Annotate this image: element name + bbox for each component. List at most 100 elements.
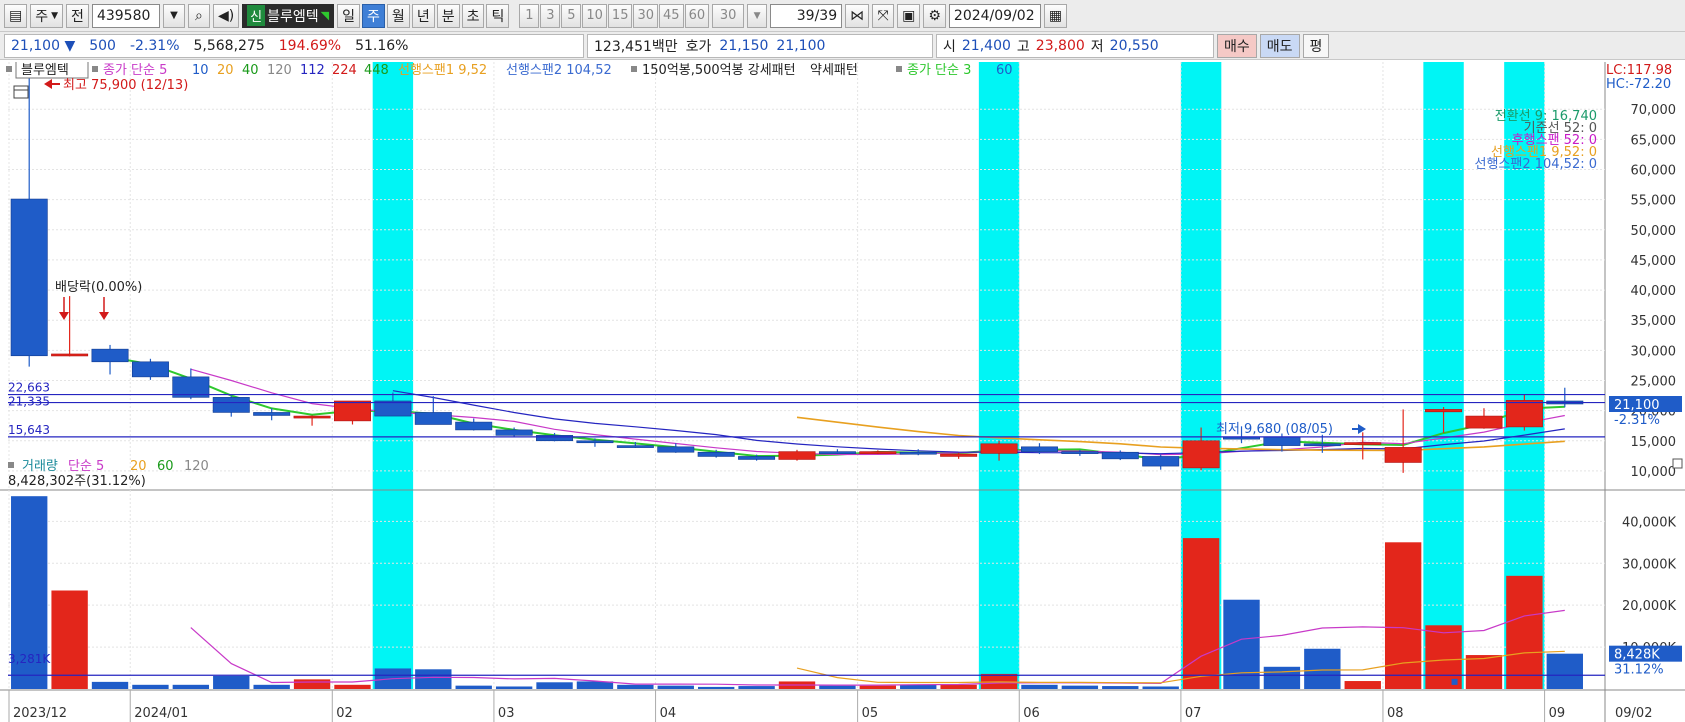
period-tab-6[interactable]: 틱 [486,3,510,28]
current-price-tag-text: 21,100 [1614,398,1660,413]
volume-level-label: 3,281K [8,652,51,666]
high-price: 23,800 [1035,37,1085,54]
volume-bar [1182,538,1220,689]
legend-ma-20: 20 [217,63,234,78]
low-price: 20,550 [1109,37,1159,54]
stock-name-box[interactable]: 신 블루엠텍 ◥ [242,3,335,28]
price-tick-label: 70,000 [1631,103,1677,118]
price-tick-label: 15,000 [1631,435,1677,450]
date-input[interactable]: 2024/09/02 [948,3,1041,28]
period-tab-5[interactable]: 초 [461,3,485,28]
buy-button[interactable]: 매수 [1217,33,1257,58]
chart-svg[interactable]: 22,66321,335 15,643 3,281K 70,000 65,000 60,… [0,60,1685,722]
candle-body [576,440,614,444]
legend-span1: 선행스팬1 9,52 [398,62,487,78]
x-tick-label-right: 09/02 [1615,706,1652,721]
volume-bar [1465,655,1503,689]
high-label: 고 [1016,38,1030,55]
volume-bar [1304,648,1341,689]
x-tick-label: 08 [1387,706,1404,721]
calendar-small-icon[interactable] [13,85,29,99]
candle-body [131,361,169,378]
count-field[interactable]: 39/39 [770,3,843,28]
price-tick-label: 40,000 [1631,284,1677,299]
period-tabs: 일주월년분초틱 [337,3,510,28]
period-tab-4[interactable]: 분 [436,3,460,28]
calendar-icon[interactable]: ▦ [1043,3,1068,28]
stock-code-input[interactable]: 439580 [91,3,160,28]
ichimoku-span2: 선행스팬2 104,52: 0 [1474,156,1597,172]
volume-bar [91,681,129,689]
volume-bar [738,686,775,689]
volume-bar [455,685,492,689]
interval-button-15[interactable]: 15 [607,3,633,28]
volume-bar [1546,653,1583,689]
chart-tool-icon[interactable]: ⋈ [845,3,870,28]
sell-button[interactable]: 매도 [1259,33,1300,58]
interval-button-1[interactable]: 1 [519,3,540,28]
interval-button-5[interactable]: 5 [561,3,582,28]
interval-button-30[interactable]: 30 [633,3,659,28]
interval-button-45[interactable]: 45 [659,3,684,28]
interval-button-10[interactable]: 10 [582,3,607,28]
period-select[interactable]: 주 ▼ [30,3,64,28]
chart-area[interactable]: 22,663 21,335 15,643 3,281K 70,000 65,000 60,… [0,60,1685,722]
period-tab-2[interactable]: 월 [386,3,410,28]
quote-bar: 21,100 ▼ 500 -2.31% 5,568,275 194.69% 51… [0,32,1685,60]
settings-gear-icon[interactable]: ⚙ [923,3,946,28]
volume-bar [1384,542,1422,689]
price-tick-label: 55,000 [1631,194,1677,209]
price-tick-label: 25,000 [1631,374,1677,389]
max-annotation-text: 최고 75,900 (12/13) [63,78,188,93]
save-icon[interactable]: ▣ [897,3,921,28]
level-label: 22,663 [8,381,50,395]
legend-pattern: 150억봉,500억봉 강세패턴 [642,63,796,78]
candle-body [1505,400,1543,428]
volume-bar [1021,684,1058,689]
price-info: 21,100 ▼ 500 -2.31% 5,568,275 194.69% 51… [4,33,584,58]
x-tick-label: 03 [498,706,515,721]
volume-bar [940,684,977,689]
legend-ma-112: 112 [300,63,325,78]
candle-body [374,400,412,417]
volume-panel-close-icon[interactable] [1672,458,1683,469]
max-annotation: 최고 75,900 (12/13) [44,78,188,93]
candle-body [1425,409,1463,413]
search-icon[interactable]: ⌕ [187,3,210,28]
period-tab-1[interactable]: 주 [362,3,385,28]
volume-bar [819,685,856,689]
chevron-down-icon: ▼ [51,10,59,21]
current-price: 21,100 ▼ [11,37,76,54]
period-tab-0[interactable]: 일 [337,3,361,28]
volume-legend-ma: 단순 5 [68,459,104,474]
volume-bar [132,684,169,689]
legend-ma-448: 448 [364,63,389,78]
price-tick-label: 35,000 [1631,314,1677,329]
speaker-icon[interactable]: ◀) [212,3,240,28]
dropdown-arrow-icon[interactable]: ▼ [162,3,185,28]
crosshair-icon[interactable]: ⤧ [872,3,895,28]
legend-ma2-60: 60 [996,63,1013,78]
main-toolbar: ▤ 주 ▼ 전 439580 ▼ ⌕ ◀) 신 블루엠텍 ◥ 일주월년분초틱 13… [0,0,1685,32]
candle-body [980,443,1018,454]
period-tab-3[interactable]: 년 [411,3,435,28]
layout-icon[interactable]: ▤ [4,3,28,28]
eval-button[interactable]: 평 [1302,33,1330,58]
candle-body [1384,447,1422,463]
legend-ma-40: 40 [242,63,259,78]
volume-value: 5,568,275 [193,37,265,54]
candle-body [212,397,250,413]
interval-select[interactable]: 30 [712,3,745,28]
trade-value: 123,451백만 [594,38,678,55]
order-book-info: 123,451백만 호가 21,150 21,100 [587,33,933,58]
candle-body [1101,451,1139,460]
price-tick-label: 10,000 [1631,465,1677,480]
volume-bar [293,679,331,689]
interval-button-60[interactable]: 60 [684,3,710,28]
legend-ma-120: 120 [267,63,292,78]
prev-button[interactable]: 전 [66,3,89,28]
interval-dropdown-icon[interactable]: ▼ [747,3,768,28]
change-rate: -2.31% [129,37,180,54]
candle-body [1465,415,1503,429]
interval-button-3[interactable]: 3 [540,3,561,28]
